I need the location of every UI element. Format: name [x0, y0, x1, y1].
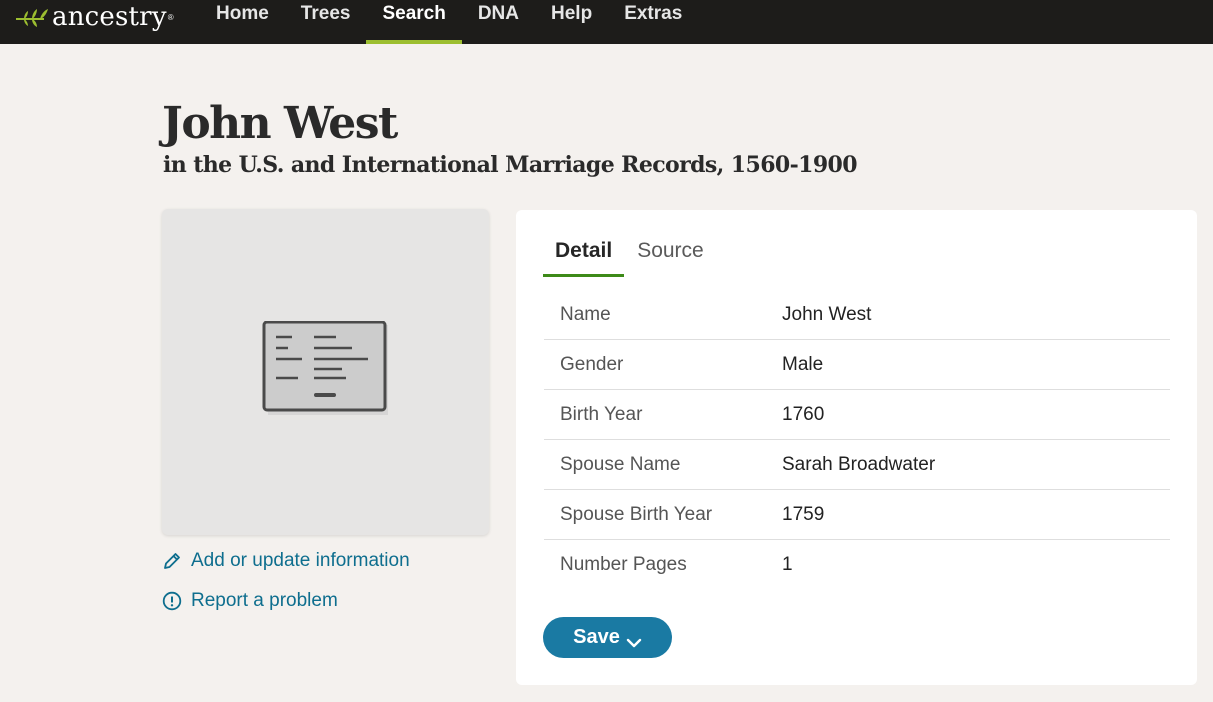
record-detail-panel: Detail Source Name John West Gender Male…	[516, 210, 1197, 685]
nav-trees[interactable]: Trees	[285, 0, 367, 44]
field-value: Male	[782, 353, 824, 375]
table-row: Number Pages 1	[544, 540, 1170, 590]
chevron-down-icon	[626, 632, 642, 647]
tab-detail[interactable]: Detail	[543, 237, 625, 277]
detail-table: Name John West Gender Male Birth Year 17…	[544, 290, 1170, 590]
tab-source[interactable]: Source	[625, 237, 716, 273]
save-button[interactable]: Save	[543, 617, 672, 658]
alert-circle-icon	[162, 591, 182, 611]
field-label: Spouse Birth Year	[560, 503, 713, 525]
page-title: John West	[162, 98, 398, 149]
field-value: John West	[782, 303, 872, 325]
record-card-icon	[262, 321, 388, 415]
add-update-info-link[interactable]: Add or update information	[162, 550, 410, 572]
collection-subtitle: in the U.S. and International Marriage R…	[163, 152, 858, 178]
field-label: Name	[560, 303, 611, 325]
table-row: Spouse Birth Year 1759	[544, 490, 1170, 540]
field-value: Sarah Broadwater	[782, 453, 936, 475]
report-problem-link[interactable]: Report a problem	[162, 590, 338, 612]
add-update-info-label: Add or update information	[191, 550, 410, 571]
field-label: Gender	[560, 353, 624, 375]
field-value: 1	[782, 554, 793, 575]
leaf-icon	[14, 5, 50, 29]
field-label: Number Pages	[560, 554, 687, 575]
record-image-placeholder	[162, 209, 489, 535]
field-value: 1759	[782, 503, 825, 525]
logo-trademark: ®	[167, 12, 174, 22]
tab-bar: Detail Source	[543, 237, 717, 277]
ancestry-logo[interactable]: ancestry ®	[0, 0, 200, 34]
top-nav: ancestry ® Home Trees Search DNA Help Ext…	[0, 0, 1213, 44]
table-row: Name John West	[544, 290, 1170, 340]
table-row: Gender Male	[544, 340, 1170, 390]
field-label: Birth Year	[560, 403, 643, 425]
nav-items: Home Trees Search DNA Help Extras	[200, 0, 698, 44]
pencil-icon	[162, 551, 182, 571]
table-row: Birth Year 1760	[544, 390, 1170, 440]
nav-help[interactable]: Help	[535, 0, 608, 44]
table-row: Spouse Name Sarah Broadwater	[544, 440, 1170, 490]
nav-extras[interactable]: Extras	[608, 0, 698, 44]
save-label: Save	[573, 626, 620, 648]
field-value: 1760	[782, 403, 825, 425]
report-problem-label: Report a problem	[191, 590, 338, 611]
field-label: Spouse Name	[560, 453, 681, 475]
nav-dna[interactable]: DNA	[462, 0, 535, 44]
nav-search[interactable]: Search	[366, 0, 463, 44]
nav-home[interactable]: Home	[200, 0, 285, 44]
logo-text: ancestry	[52, 2, 167, 32]
